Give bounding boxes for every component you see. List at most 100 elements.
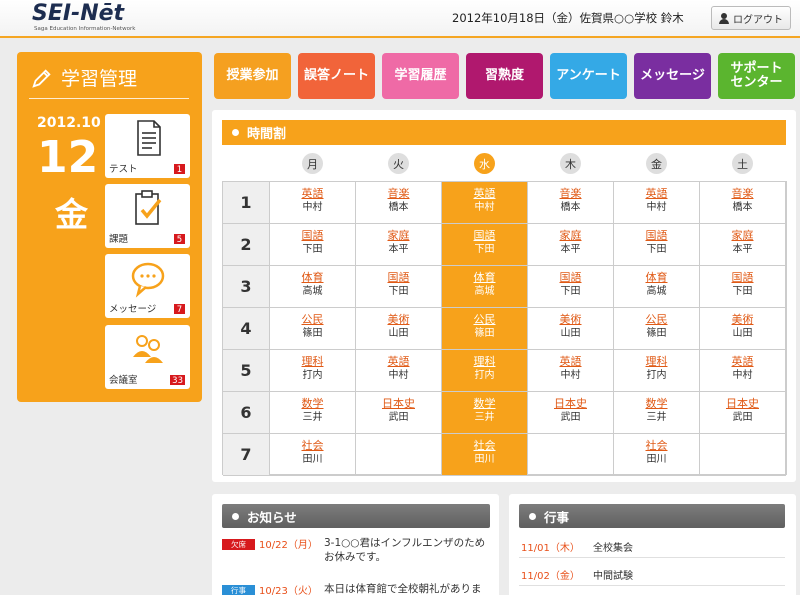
subject-link[interactable]: 体育 [270,271,355,285]
subject-link[interactable]: 公民 [442,313,527,327]
tile-assignment[interactable]: 課題 5 [105,184,190,248]
subject-link[interactable]: 体育 [442,271,527,285]
subject-link[interactable]: 美術 [700,313,785,327]
subject-link[interactable]: 国語 [356,271,441,285]
subject-link[interactable]: 英語 [356,355,441,369]
subject-link[interactable]: 美術 [528,313,613,327]
nav-learning-history[interactable]: 学習履歴 [382,53,459,99]
nav-proficiency[interactable]: 習熟度 [466,53,543,99]
timetable-cell[interactable]: 社会 田川 [442,434,528,476]
timetable-cell[interactable]: 日本史 武田 [700,392,786,434]
timetable-cell[interactable]: 英語 中村 [270,182,356,224]
subject-link[interactable]: 社会 [614,439,699,453]
timetable-cell[interactable]: 国語 下田 [442,224,528,266]
subject-link[interactable]: 国語 [700,271,785,285]
timetable-cell[interactable]: 体育 高城 [614,266,700,308]
count-badge: 1 [173,163,186,175]
subject-link[interactable]: 日本史 [356,397,441,411]
nav-survey[interactable]: アンケート [550,53,627,99]
timetable-header: 時間割 [222,120,786,145]
event-item[interactable]: 11/02（金） 中間試験 [519,562,785,586]
subject-link[interactable]: 英語 [700,355,785,369]
timetable-cell[interactable]: 家庭 本平 [528,224,614,266]
timetable-cell[interactable]: 英語 中村 [528,350,614,392]
subject-link[interactable]: 家庭 [700,229,785,243]
timetable-cell[interactable]: 理科 打内 [442,350,528,392]
subject-link[interactable]: 公民 [270,313,355,327]
subject-link[interactable]: 音楽 [700,187,785,201]
teacher-name: 中村 [560,370,581,381]
subject-link[interactable]: 家庭 [356,229,441,243]
timetable-cell[interactable]: 公民 篠田 [270,308,356,350]
timetable-cell[interactable]: 家庭 本平 [700,224,786,266]
subject-link[interactable]: 英語 [528,355,613,369]
subject-link[interactable]: 国語 [270,229,355,243]
subject-link[interactable]: 家庭 [528,229,613,243]
subject-link[interactable]: 社会 [442,439,527,453]
teacher-name: 武田 [732,412,753,423]
timetable-cell[interactable]: 社会 田川 [270,434,356,476]
timetable-cell[interactable]: 美術 山田 [528,308,614,350]
timetable-cell[interactable]: 国語 下田 [528,266,614,308]
timetable-cell[interactable]: 理科 打内 [614,350,700,392]
timetable-cell[interactable]: 公民 篠田 [614,308,700,350]
timetable-cell[interactable]: 数学 三井 [442,392,528,434]
timetable-cell[interactable]: 数学 三井 [614,392,700,434]
nav-class-participation[interactable]: 授業参加 [214,53,291,99]
subject-link[interactable]: 日本史 [528,397,613,411]
notice-item[interactable]: 行事 10/23（火） 本日は体育館で全校朝礼がありま [222,582,492,595]
timetable-cell[interactable]: 理科 打内 [270,350,356,392]
timetable-cell[interactable]: 音楽 橋本 [700,182,786,224]
subject-link[interactable]: 英語 [442,187,527,201]
subject-link[interactable]: 理科 [442,355,527,369]
timetable-cell[interactable]: 家庭 本平 [356,224,442,266]
subject-link[interactable]: 公民 [614,313,699,327]
timetable-cell[interactable]: 音楽 橋本 [528,182,614,224]
timetable-cell[interactable]: 英語 中村 [356,350,442,392]
subject-link[interactable]: 体育 [614,271,699,285]
subject-link[interactable]: 国語 [528,271,613,285]
subject-link[interactable]: 国語 [442,229,527,243]
subject-link[interactable]: 美術 [356,313,441,327]
tile-message[interactable]: メッセージ 7 [105,254,190,318]
timetable-cell[interactable]: 体育 高城 [270,266,356,308]
timetable-cell[interactable]: 美術 山田 [356,308,442,350]
subject-link[interactable]: 国語 [614,229,699,243]
subject-link[interactable]: 数学 [442,397,527,411]
logout-button[interactable]: ログアウト [711,6,791,30]
timetable-cell[interactable]: 美術 山田 [700,308,786,350]
timetable-cell[interactable]: 体育 高城 [442,266,528,308]
timetable-cell[interactable]: 英語 中村 [614,182,700,224]
timetable-cell[interactable]: 国語 下田 [356,266,442,308]
timetable-cell[interactable]: 英語 中村 [700,350,786,392]
timetable-cell[interactable]: 公民 篠田 [442,308,528,350]
timetable-cell[interactable]: 英語 中村 [442,182,528,224]
subject-link[interactable]: 社会 [270,439,355,453]
timetable-cell[interactable]: 社会 田川 [614,434,700,476]
subject-link[interactable]: 英語 [614,187,699,201]
nav-message[interactable]: メッセージ [634,53,711,99]
subject-link[interactable]: 数学 [614,397,699,411]
nav-error-notebook[interactable]: 誤答ノート [298,53,375,99]
timetable-cell[interactable]: 数学 三井 [270,392,356,434]
subject-link[interactable]: 日本史 [700,397,785,411]
notice-item[interactable]: 欠席 10/22（月） 3-1○○君はインフルエンザのためお休みです。 [222,536,492,576]
sei-net-logo[interactable]: SEI-Nēt Saga Education Information-Netwo… [32,2,135,33]
tile-test[interactable]: テスト 1 [105,114,190,178]
timetable-cell[interactable]: 国語 下田 [614,224,700,266]
subject-link[interactable]: 理科 [614,355,699,369]
timetable-cell[interactable]: 国語 下田 [700,266,786,308]
subject-link[interactable]: 音楽 [528,187,613,201]
timetable-cell[interactable]: 音楽 橋本 [356,182,442,224]
event-item[interactable]: 11/01（木） 全校集会 [519,534,785,558]
timetable-cell[interactable]: 日本史 武田 [528,392,614,434]
day-header: 水 [474,153,495,174]
nav-support-center[interactable]: サポート センター [718,53,795,99]
subject-link[interactable]: 英語 [270,187,355,201]
timetable-cell[interactable]: 国語 下田 [270,224,356,266]
subject-link[interactable]: 理科 [270,355,355,369]
subject-link[interactable]: 音楽 [356,187,441,201]
tile-meeting-room[interactable]: 会議室 33 [105,325,190,389]
timetable-cell[interactable]: 日本史 武田 [356,392,442,434]
subject-link[interactable]: 数学 [270,397,355,411]
